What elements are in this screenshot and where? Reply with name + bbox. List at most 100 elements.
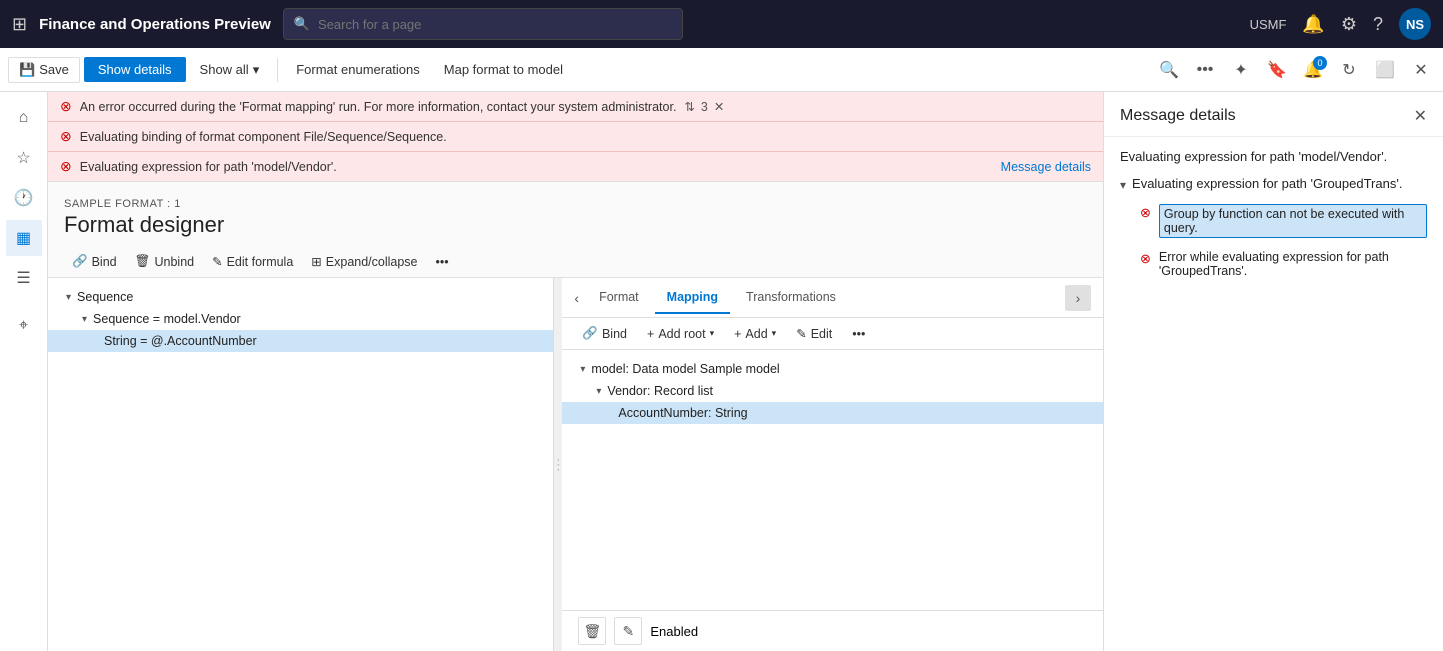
mapping-tabs: ‹ Format Mapping Transformations › (562, 278, 1103, 318)
error-row-1: ⊗ Group by function can not be executed … (1120, 200, 1427, 242)
mapping-tree-account-label: AccountNumber: String (618, 406, 747, 420)
edit-label: Edit (811, 327, 833, 341)
add-label: Add (745, 327, 767, 341)
tree-item-string[interactable]: String = @.AccountNumber (48, 330, 553, 352)
crosshair-icon[interactable]: ✦ (1227, 56, 1255, 84)
format-enumerations-button[interactable]: Format enumerations (286, 57, 430, 82)
tree-label-vendor: Sequence = model.Vendor (93, 312, 241, 326)
mapping-tree-model[interactable]: ▾ model: Data model Sample model (562, 358, 1103, 380)
grouped-trans-label: Evaluating expression for path 'GroupedT… (1132, 176, 1402, 191)
env-label: USMF (1250, 17, 1287, 32)
right-panel-close[interactable]: ✕ (1414, 106, 1427, 126)
tab-transformations[interactable]: Transformations (734, 282, 848, 314)
user-avatar[interactable]: NS (1399, 8, 1431, 40)
show-details-button[interactable]: Show details (84, 57, 186, 82)
edit-btn[interactable]: ✎ Edit (788, 322, 840, 345)
map-format-button[interactable]: Map format to model (434, 57, 573, 82)
close-toolbar-icon[interactable]: ✕ (1407, 56, 1435, 84)
format-tree-panel: ▾ Sequence ▾ Sequence = model.Vendor Str… (48, 278, 554, 651)
status-label: Enabled (650, 624, 698, 639)
notification-count-btn[interactable]: 🔔 0 (1299, 56, 1327, 84)
message-details-link-2[interactable]: Message details (1001, 160, 1091, 174)
tab-back-arrow[interactable]: ‹ (574, 290, 579, 306)
sidebar-clock-icon[interactable]: 🕐 (6, 180, 42, 216)
model-arrow: ▾ (580, 364, 585, 375)
tab-next-button[interactable]: › (1065, 285, 1091, 311)
error-close-btn[interactable]: ✕ (714, 99, 724, 114)
expand-collapse-button[interactable]: ⊞ Expand/collapse (303, 250, 425, 273)
search-input[interactable] (318, 17, 672, 32)
mapping-bind-btn[interactable]: 🔗 Bind (574, 322, 635, 345)
save-label: Save (39, 62, 69, 77)
mapping-tree-vendor[interactable]: ▾ Vendor: Record list (562, 380, 1103, 402)
tree-item-sequence-vendor[interactable]: ▾ Sequence = model.Vendor (48, 308, 553, 330)
edit-formula-label: Edit formula (227, 255, 294, 269)
tab-format-label: Format (599, 290, 639, 304)
error-text-3: Evaluating expression for path 'model/Ve… (80, 160, 337, 174)
designer-area: SAMPLE FORMAT : 1 Format designer 🔗 Bind… (48, 182, 1103, 651)
sidebar-star-icon[interactable]: ☆ (6, 140, 42, 176)
mapping-tree-account[interactable]: AccountNumber: String (562, 402, 1103, 424)
help-icon[interactable]: ? (1373, 14, 1383, 35)
error-banners: ⊗ An error occurred during the 'Format m… (48, 92, 1103, 182)
notification-bell[interactable]: 🔔 (1302, 14, 1324, 35)
vendor-arrow: ▾ (596, 386, 601, 397)
save-button[interactable]: 💾 Save (8, 57, 80, 83)
bookmark-icon[interactable]: 🔖 (1263, 56, 1291, 84)
search-toolbar-icon[interactable]: 🔍 (1155, 56, 1183, 84)
save-icon: 💾 (19, 62, 35, 78)
bottom-bar: 🗑 ✎ Enabled (562, 610, 1103, 651)
bind-label: Bind (92, 255, 117, 269)
bind-button[interactable]: 🔗 Bind (64, 250, 125, 273)
add-chevron: ▾ (772, 328, 777, 339)
grid-icon[interactable]: ⊞ (12, 14, 27, 35)
add-root-btn[interactable]: + Add root ▾ (639, 323, 722, 345)
error-text-2: Evaluating binding of format component F… (80, 130, 447, 144)
expand-up-icon[interactable]: ▾ (1120, 178, 1126, 192)
nav-right: USMF 🔔 ⚙ ? NS (1250, 8, 1431, 40)
tree-label-sequence: Sequence (77, 290, 133, 304)
add-btn[interactable]: + Add ▾ (726, 323, 784, 345)
content-area: ⊗ An error occurred during the 'Format m… (48, 92, 1103, 651)
delete-btn[interactable]: 🗑 (578, 617, 606, 645)
right-panel-title: Message details (1120, 107, 1236, 125)
mapping-tree: ▾ model: Data model Sample model ▾ Vendo… (562, 350, 1103, 610)
right-panel-body: Evaluating expression for path 'model/Ve… (1104, 137, 1443, 651)
search-icon: 🔍 (294, 16, 310, 32)
error-count: 3 (701, 100, 708, 114)
vertical-splitter[interactable] (554, 278, 562, 651)
toolbar-right: 🔍 ••• ✦ 🔖 🔔 0 ↻ ⬜ ✕ (1155, 56, 1435, 84)
expand-icon-dt: ⊞ (311, 254, 321, 269)
edit-formula-button[interactable]: ✎ Edit formula (204, 250, 301, 273)
show-all-button[interactable]: Show all ▾ (190, 57, 270, 83)
search-bar[interactable]: 🔍 (283, 8, 683, 40)
settings-icon[interactable]: ⚙ (1341, 14, 1357, 35)
arrow-sequence: ▾ (66, 292, 71, 303)
toolbar-divider (277, 58, 278, 82)
top-nav: ⊞ Finance and Operations Preview 🔍 USMF … (0, 0, 1443, 48)
tab-format[interactable]: Format (587, 282, 651, 314)
expand-icon[interactable]: ⬜ (1371, 56, 1399, 84)
show-all-label: Show all (200, 62, 249, 77)
refresh-icon[interactable]: ↻ (1335, 56, 1363, 84)
more-options-icon[interactable]: ••• (1191, 56, 1219, 84)
tab-mapping[interactable]: Mapping (655, 282, 730, 314)
error-icon-2: ⊗ (60, 128, 72, 145)
edit-bottom-btn[interactable]: ✎ (614, 617, 642, 645)
tree-item-sequence[interactable]: ▾ Sequence (48, 286, 553, 308)
up-down-arrows[interactable]: ⇅ (684, 99, 694, 114)
unbind-button[interactable]: 🗑 Unbind (127, 250, 203, 273)
designer-toolbar: 🔗 Bind 🗑 Unbind ✎ Edit formula ⊞ Expand/… (48, 246, 1103, 278)
sidebar-filter-icon[interactable]: ⌖ (6, 308, 42, 344)
tree-label-string: String = @.AccountNumber (104, 334, 257, 348)
mapping-more-btn[interactable]: ••• (844, 323, 873, 345)
tab-transformations-label: Transformations (746, 290, 836, 304)
sidebar-home-icon[interactable]: ⌂ (6, 100, 42, 136)
bind-icon: 🔗 (72, 254, 88, 269)
error-text-1: An error occurred during the 'Format map… (80, 100, 677, 114)
more-btn[interactable]: ••• (428, 251, 457, 273)
sidebar-table-icon[interactable]: ▦ (6, 220, 42, 256)
main-layout: ⌂ ☆ 🕐 ▦ ☰ ⌖ ⊗ An error occurred during t… (0, 92, 1443, 651)
sidebar-list-icon[interactable]: ☰ (6, 260, 42, 296)
path-text: Evaluating expression for path 'model/Ve… (1120, 149, 1427, 164)
